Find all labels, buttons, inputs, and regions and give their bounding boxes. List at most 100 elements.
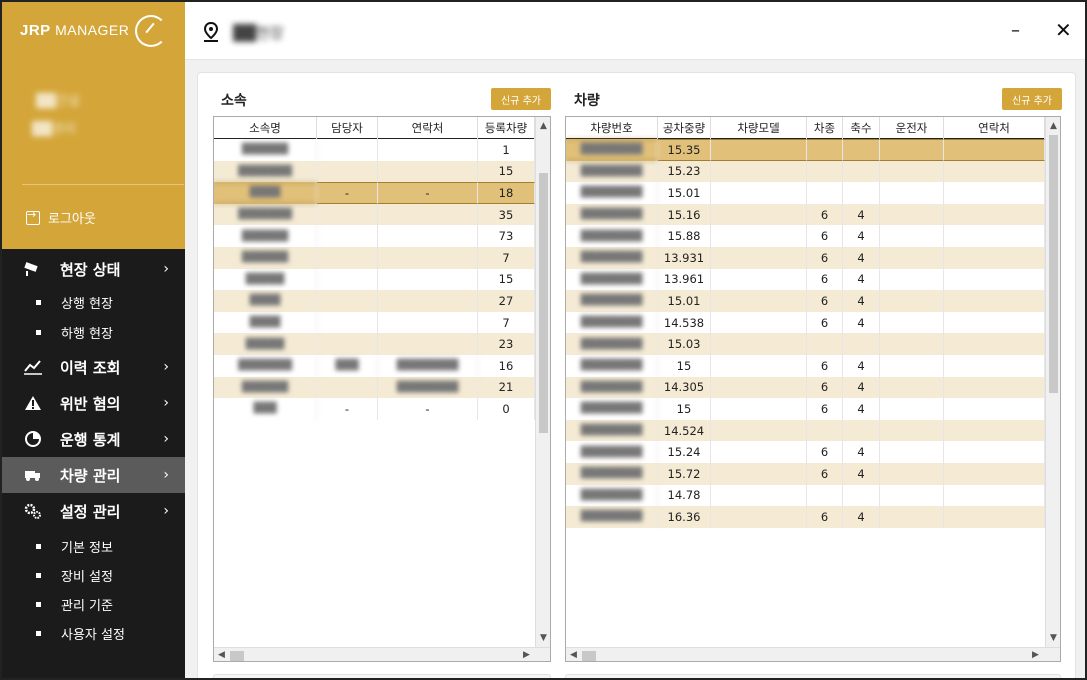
table-row[interactable]: ████████ 15 6 4 — [566, 398, 1045, 420]
table-row[interactable]: ████ 7 — [214, 311, 535, 334]
affiliation-vertical-scrollbar[interactable]: ▲ ▼ — [535, 117, 550, 647]
column-header[interactable]: 차량모델 — [711, 117, 807, 139]
driver-contact-cell — [944, 246, 1045, 269]
column-header[interactable]: 차종 — [807, 117, 843, 139]
table-row[interactable]: ████████ 13.961 6 4 — [566, 268, 1045, 291]
scroll-left-icon[interactable]: ◀ — [566, 650, 581, 660]
table-row[interactable]: ██████ ████████ 21 — [214, 376, 535, 399]
scroll-thumb[interactable] — [230, 651, 244, 661]
contact-cell — [378, 268, 478, 291]
submenu-item-criteria[interactable]: 관리 기준 — [2, 591, 185, 617]
vehicle-model-cell — [711, 398, 807, 420]
column-header[interactable]: 차량번호 — [566, 117, 658, 139]
column-header[interactable]: 담당자 — [317, 117, 378, 139]
table-row[interactable]: ███████ ███ ████████ 16 — [214, 354, 535, 377]
vehicles-vertical-scrollbar[interactable]: ▲ ▼ — [1045, 117, 1060, 647]
table-row[interactable]: ██████ 73 — [214, 225, 535, 247]
table-row[interactable]: ████ 27 — [214, 290, 535, 312]
scroll-down-icon[interactable]: ▼ — [1046, 633, 1060, 643]
table-row[interactable]: ████████ 14.78 — [566, 484, 1045, 507]
table-row[interactable]: ████████ 14.305 6 4 — [566, 376, 1045, 399]
table-row[interactable]: ████████ 14.524 — [566, 419, 1045, 442]
scroll-thumb[interactable] — [582, 651, 596, 661]
submenu-item-equipment[interactable]: 장비 설정 — [2, 562, 185, 588]
menu-item-settings[interactable]: 설정 관리 › — [2, 493, 185, 529]
menu-item-violations[interactable]: 위반 혐의 › — [2, 385, 185, 421]
affiliation-horizontal-scrollbar[interactable]: ◀ ▶ — [214, 647, 550, 661]
add-affiliation-button[interactable]: 신규 추가 — [491, 88, 551, 110]
table-row[interactable]: ██████ 1 — [214, 139, 535, 161]
driver-cell — [880, 290, 944, 312]
table-row[interactable]: ████████ 15.35 — [566, 139, 1045, 161]
empty-weight-cell: 13.931 — [658, 246, 711, 269]
minimize-button[interactable]: – — [1011, 20, 1020, 41]
bullet-icon — [36, 572, 41, 578]
table-row[interactable]: ███ - -0 — [214, 398, 535, 420]
vehicles-horizontal-scrollbar[interactable]: ◀ ▶ — [566, 647, 1060, 661]
vehicle-model-cell — [711, 441, 807, 463]
vehicle-count-cell: 23 — [478, 333, 535, 355]
menu-item-history[interactable]: 이력 조회 › — [2, 349, 185, 385]
submenu-item-down[interactable]: 하행 현장 — [2, 319, 185, 345]
table-row[interactable]: █████ 23 — [214, 333, 535, 355]
column-header[interactable]: 운전자 — [880, 117, 944, 139]
menu-item-site-status[interactable]: 현장 상태 › — [2, 251, 185, 287]
scroll-left-icon[interactable]: ◀ — [214, 650, 229, 660]
vehicles-table: 차량번호 공차중량 차량모델 차종 축수 운전자 연락처 ████████ 15.… — [565, 116, 1061, 662]
chevron-right-icon: › — [163, 431, 169, 447]
logout-button[interactable]: 로그아웃 — [26, 208, 96, 227]
site-name[interactable]: ██현장 — [233, 22, 284, 43]
affiliation-table-header: 소속명 담당자 연락처 등록차량 — [214, 117, 535, 139]
table-row[interactable]: ████████ 15.23 — [566, 160, 1045, 183]
scroll-up-icon[interactable]: ▲ — [536, 121, 550, 131]
column-header[interactable]: 축수 — [843, 117, 880, 139]
submenu-item-users[interactable]: 사용자 설정 — [2, 620, 185, 646]
table-row[interactable]: ████████ 13.931 6 4 — [566, 246, 1045, 269]
driver-cell — [880, 354, 944, 377]
table-row[interactable]: ████████ 15.72 6 4 — [566, 462, 1045, 485]
table-row[interactable]: ████████ 15.24 6 4 — [566, 441, 1045, 463]
table-row[interactable]: ███████ 15 — [214, 160, 535, 183]
table-row[interactable]: ████████ 15.16 6 4 — [566, 203, 1045, 226]
submenu-item-basic-info[interactable]: 기본 정보 — [2, 533, 185, 559]
column-header[interactable]: 등록차량 — [478, 117, 535, 139]
vehicle-model-cell — [711, 225, 807, 247]
scroll-thumb[interactable] — [1049, 135, 1058, 393]
vehicle-model-cell — [711, 268, 807, 291]
bullet-icon — [36, 601, 41, 607]
scroll-thumb[interactable] — [539, 173, 548, 433]
submenu-item-up[interactable]: 상행 현장 — [2, 289, 185, 315]
menu-item-vehicles[interactable]: 차량 관리 › — [2, 457, 185, 493]
table-row[interactable]: ████████ 16.36 6 4 — [566, 506, 1045, 528]
scroll-right-icon[interactable]: ▶ — [1028, 650, 1043, 660]
table-row[interactable]: █████ 15 — [214, 268, 535, 291]
add-vehicle-button[interactable]: 신규 추가 — [1002, 88, 1062, 110]
table-row[interactable]: ████████ 14.538 6 4 — [566, 311, 1045, 334]
scroll-right-icon[interactable]: ▶ — [519, 650, 534, 660]
table-row[interactable]: ████████ 15.03 — [566, 333, 1045, 355]
manager-cell: - — [317, 398, 378, 420]
table-row[interactable]: ██████ 7 — [214, 246, 535, 269]
table-row[interactable]: ████████ 15.01 — [566, 182, 1045, 204]
driver-cell — [880, 246, 944, 269]
vehicle-model-cell — [711, 419, 807, 442]
empty-weight-cell: 15.16 — [658, 203, 711, 226]
scroll-down-icon[interactable]: ▼ — [536, 633, 550, 643]
top-header: ██현장 – ✕ — [185, 2, 1085, 60]
close-button[interactable]: ✕ — [1055, 18, 1072, 42]
scroll-up-icon[interactable]: ▲ — [1046, 121, 1060, 131]
menu-item-statistics[interactable]: 운행 통계 › — [2, 421, 185, 457]
column-header[interactable]: 소속명 — [214, 117, 317, 139]
table-row[interactable]: ████████ 15.88 6 4 — [566, 225, 1045, 247]
column-header[interactable]: 연락처 — [378, 117, 478, 139]
table-row[interactable]: ████ - -18 — [214, 182, 535, 204]
column-header[interactable]: 공차중량 — [658, 117, 711, 139]
manager-cell: - — [317, 182, 378, 204]
table-row[interactable]: ████████ 15 6 4 — [566, 354, 1045, 377]
driver-contact-cell — [944, 160, 1045, 183]
table-row[interactable]: ████████ 15.01 6 4 — [566, 290, 1045, 312]
table-row[interactable]: ███████ 35 — [214, 203, 535, 226]
vehicle-count-cell: 15 — [478, 268, 535, 291]
vehicle-count-cell: 15 — [478, 160, 535, 183]
column-header[interactable]: 연락처 — [944, 117, 1045, 139]
